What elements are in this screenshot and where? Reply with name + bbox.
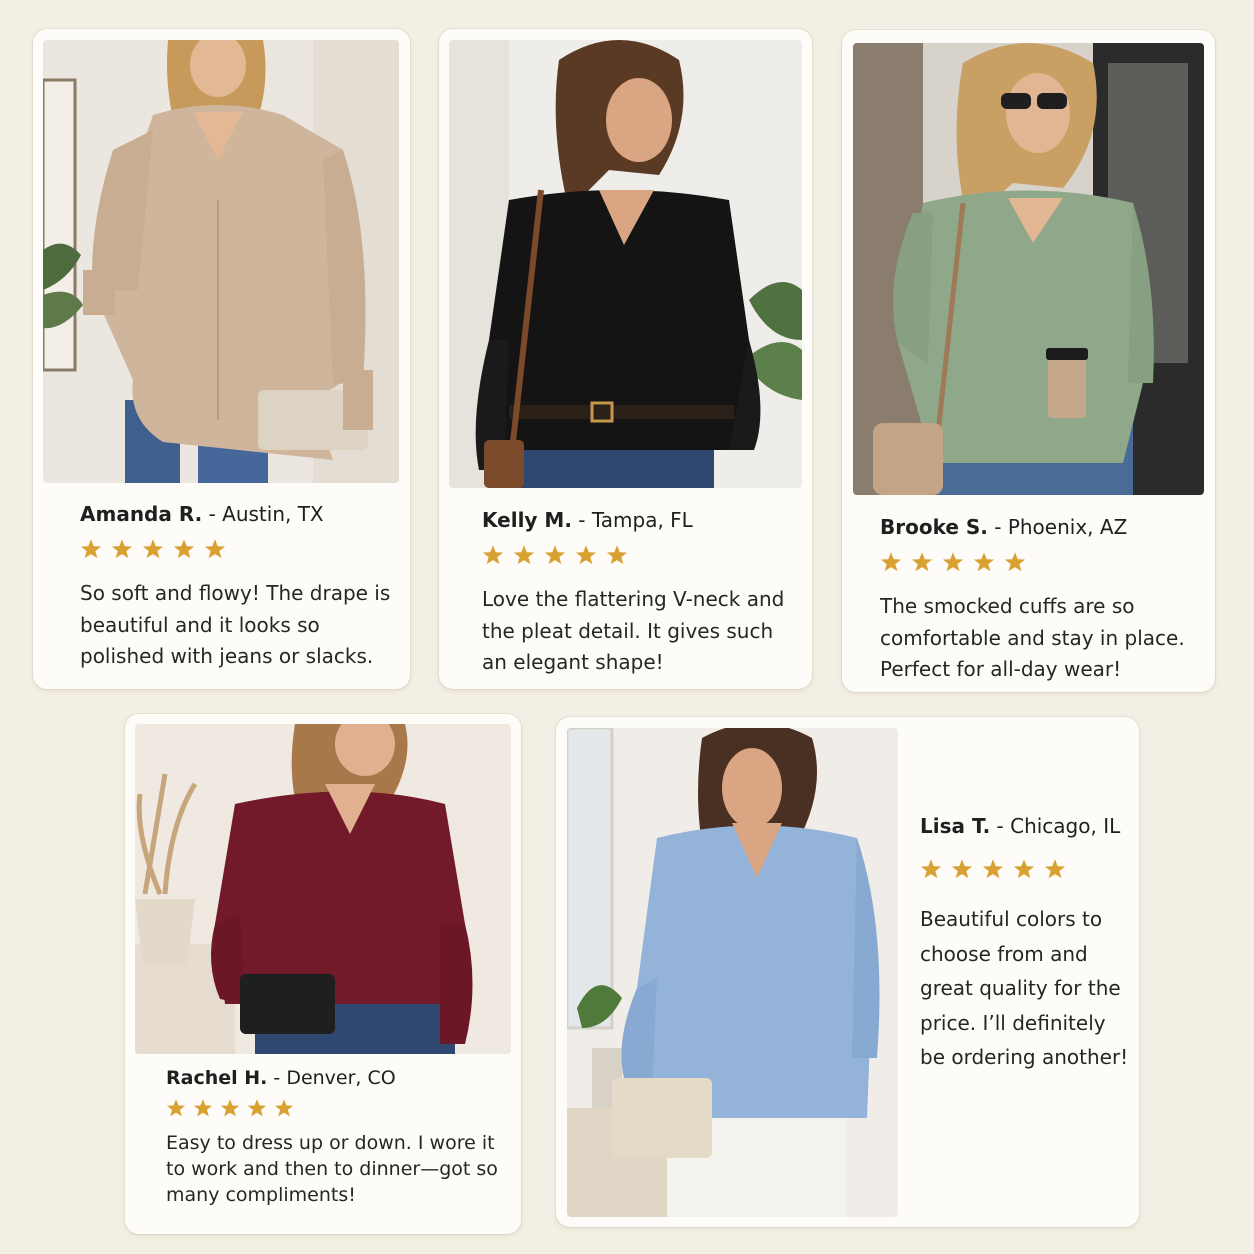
star-icon xyxy=(606,545,628,565)
star-icon xyxy=(142,539,164,559)
star-icon xyxy=(982,859,1004,879)
woman-blue-blouse-image xyxy=(567,728,898,1217)
star-icon xyxy=(1013,859,1035,879)
woman-green-blouse-image xyxy=(853,43,1204,495)
star-icon xyxy=(220,1099,240,1117)
star-icon xyxy=(880,552,902,572)
star-icon xyxy=(973,552,995,572)
star-icon xyxy=(482,545,504,565)
star-rating xyxy=(920,858,1130,880)
star-icon xyxy=(247,1099,267,1117)
star-rating xyxy=(166,1098,506,1118)
reviewer-location: - Chicago, IL xyxy=(996,814,1121,838)
reviewer-line: Brooke S. - Phoenix, AZ xyxy=(880,517,1200,537)
reviewer-line: Rachel H. - Denver, CO xyxy=(166,1069,506,1088)
star-icon xyxy=(274,1099,294,1117)
star-icon xyxy=(942,552,964,572)
review-quote: Love the flattering V-neck and the pleat… xyxy=(482,587,785,674)
reviewer-name: Lisa T. xyxy=(920,814,991,838)
star-icon xyxy=(80,539,102,559)
star-rating xyxy=(482,544,802,566)
star-rating xyxy=(80,538,400,560)
product-photo-burgundy xyxy=(135,724,511,1054)
reviewer-location: - Tampa, FL xyxy=(578,508,693,532)
star-icon xyxy=(1044,859,1066,879)
star-icon xyxy=(111,539,133,559)
star-icon xyxy=(166,1099,186,1117)
reviewer-location: - Phoenix, AZ xyxy=(994,515,1128,539)
reviewer-line: Amanda R. - Austin, TX xyxy=(80,504,400,524)
review-card-rachel: Rachel H. - Denver, CO Easy to dress up … xyxy=(125,714,521,1234)
star-icon xyxy=(173,539,195,559)
review-quote: The smocked cuffs are so comfortable and… xyxy=(880,594,1185,681)
review-card-kelly: Kelly M. - Tampa, FL Love the flattering… xyxy=(439,29,812,689)
reviewer-line: Lisa T. - Chicago, IL xyxy=(920,816,1130,836)
woman-beige-blouse-image xyxy=(43,40,399,483)
review-card-amanda: Amanda R. - Austin, TX So soft and flowy… xyxy=(33,29,410,689)
review-card-brooke: Brooke S. - Phoenix, AZ The smocked cuff… xyxy=(842,30,1215,692)
star-icon xyxy=(1004,552,1026,572)
star-rating xyxy=(880,551,1200,573)
star-icon xyxy=(951,859,973,879)
woman-burgundy-blouse-image xyxy=(135,724,511,1054)
product-photo-green xyxy=(853,43,1204,495)
star-icon xyxy=(204,539,226,559)
review-quote: Easy to dress up or down. I wore it to w… xyxy=(166,1132,498,1206)
star-icon xyxy=(920,859,942,879)
reviewer-name: Amanda R. xyxy=(80,502,203,526)
reviewer-line: Kelly M. - Tampa, FL xyxy=(482,510,802,530)
review-quote: So soft and flowy! The drape is beautifu… xyxy=(80,581,391,668)
review-card-lisa: Lisa T. - Chicago, IL Beautiful colors t… xyxy=(556,717,1139,1227)
product-photo-beige xyxy=(43,40,399,483)
reviewer-name: Brooke S. xyxy=(880,515,988,539)
review-quote: Beautiful colors to choose from and grea… xyxy=(920,907,1129,1069)
product-photo-black xyxy=(449,40,802,488)
reviewer-name: Rachel H. xyxy=(166,1067,268,1089)
woman-black-blouse-image xyxy=(449,40,802,488)
star-icon xyxy=(544,545,566,565)
star-icon xyxy=(911,552,933,572)
star-icon xyxy=(193,1099,213,1117)
star-icon xyxy=(513,545,535,565)
product-photo-blue xyxy=(567,728,898,1217)
reviewer-location: - Denver, CO xyxy=(273,1067,396,1089)
reviewer-location: - Austin, TX xyxy=(208,502,324,526)
star-icon xyxy=(575,545,597,565)
reviewer-name: Kelly M. xyxy=(482,508,572,532)
